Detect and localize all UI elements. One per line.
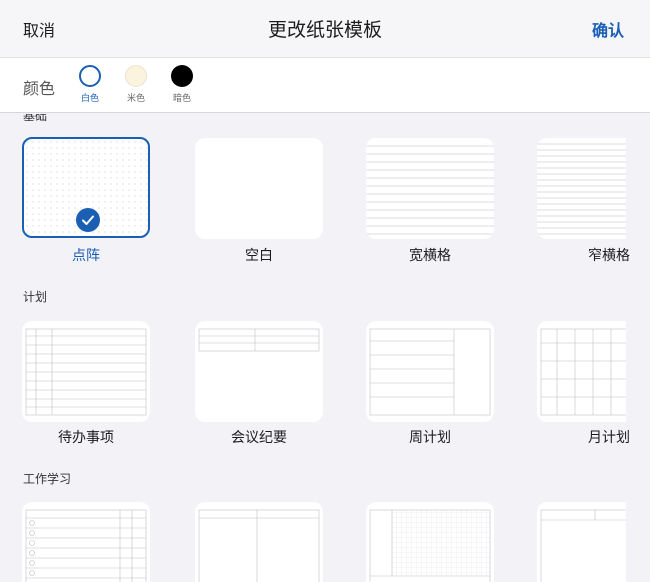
template-label: 宽横格 <box>409 248 451 264</box>
page-title: 更改纸张模板 <box>267 19 382 41</box>
section-title-plan: 计划 <box>23 290 48 304</box>
color-option-label: 米色 <box>126 94 145 104</box>
template-work-1[interactable] <box>22 502 150 582</box>
template-todo[interactable] <box>22 321 150 422</box>
template-label: 待办事项 <box>58 430 114 446</box>
weekly-plan-layout-icon <box>369 328 491 416</box>
narrow-ruled-lines-icon <box>537 143 626 235</box>
template-label: 月计划 <box>588 430 630 446</box>
selected-check-icon <box>76 208 100 232</box>
section-title-basic: 基础 <box>23 114 48 123</box>
confirm-button[interactable]: 确认 <box>592 17 624 41</box>
color-option-beige[interactable]: 米色 <box>118 65 154 104</box>
template-work-4[interactable] <box>537 502 626 582</box>
color-option-dark[interactable]: 暗色 <box>164 65 200 104</box>
monthly-plan-layout-icon <box>540 328 626 416</box>
checklist-layout-icon <box>25 509 147 582</box>
template-meeting-notes[interactable] <box>195 321 323 422</box>
split-notes-layout-icon <box>540 509 626 582</box>
template-label: 周计划 <box>409 430 451 446</box>
beige-swatch-icon <box>125 65 147 87</box>
template-work-2[interactable] <box>195 502 323 582</box>
two-column-layout-icon <box>198 509 320 582</box>
template-wide-ruled[interactable] <box>366 138 494 239</box>
template-weekly-plan[interactable] <box>366 321 494 422</box>
template-label: 空白 <box>245 248 273 264</box>
template-dot-grid[interactable] <box>22 137 150 238</box>
template-monthly-plan[interactable] <box>537 321 626 422</box>
template-work-3[interactable] <box>366 502 494 582</box>
meeting-notes-layout-icon <box>198 328 320 352</box>
wide-ruled-lines-icon <box>366 145 494 235</box>
template-label: 点阵 <box>72 248 100 264</box>
template-label: 会议纪要 <box>231 430 287 446</box>
todo-layout-icon <box>25 328 147 416</box>
template-list[interactable]: 基础 点阵 空白 宽横格 窄横格 计划 待办事项 会议纪要 周计划 月计划 工作… <box>0 114 650 582</box>
dark-swatch-icon <box>171 65 193 87</box>
template-label: 窄横格 <box>588 248 630 264</box>
cornell-grid-layout-icon <box>369 509 491 582</box>
template-blank[interactable] <box>195 138 323 239</box>
color-option-label: 暗色 <box>172 94 191 104</box>
template-narrow-ruled[interactable] <box>537 138 626 239</box>
header-bar: 取消 更改纸张模板 确认 <box>0 0 650 57</box>
section-title-work-study: 工作学习 <box>23 472 72 486</box>
color-label: 颜色 <box>23 79 56 98</box>
color-selector: 颜色 白色 米色 暗色 <box>0 57 650 113</box>
white-swatch-icon <box>79 65 101 87</box>
color-option-label: 白色 <box>80 94 99 104</box>
color-option-white[interactable]: 白色 <box>72 65 108 104</box>
